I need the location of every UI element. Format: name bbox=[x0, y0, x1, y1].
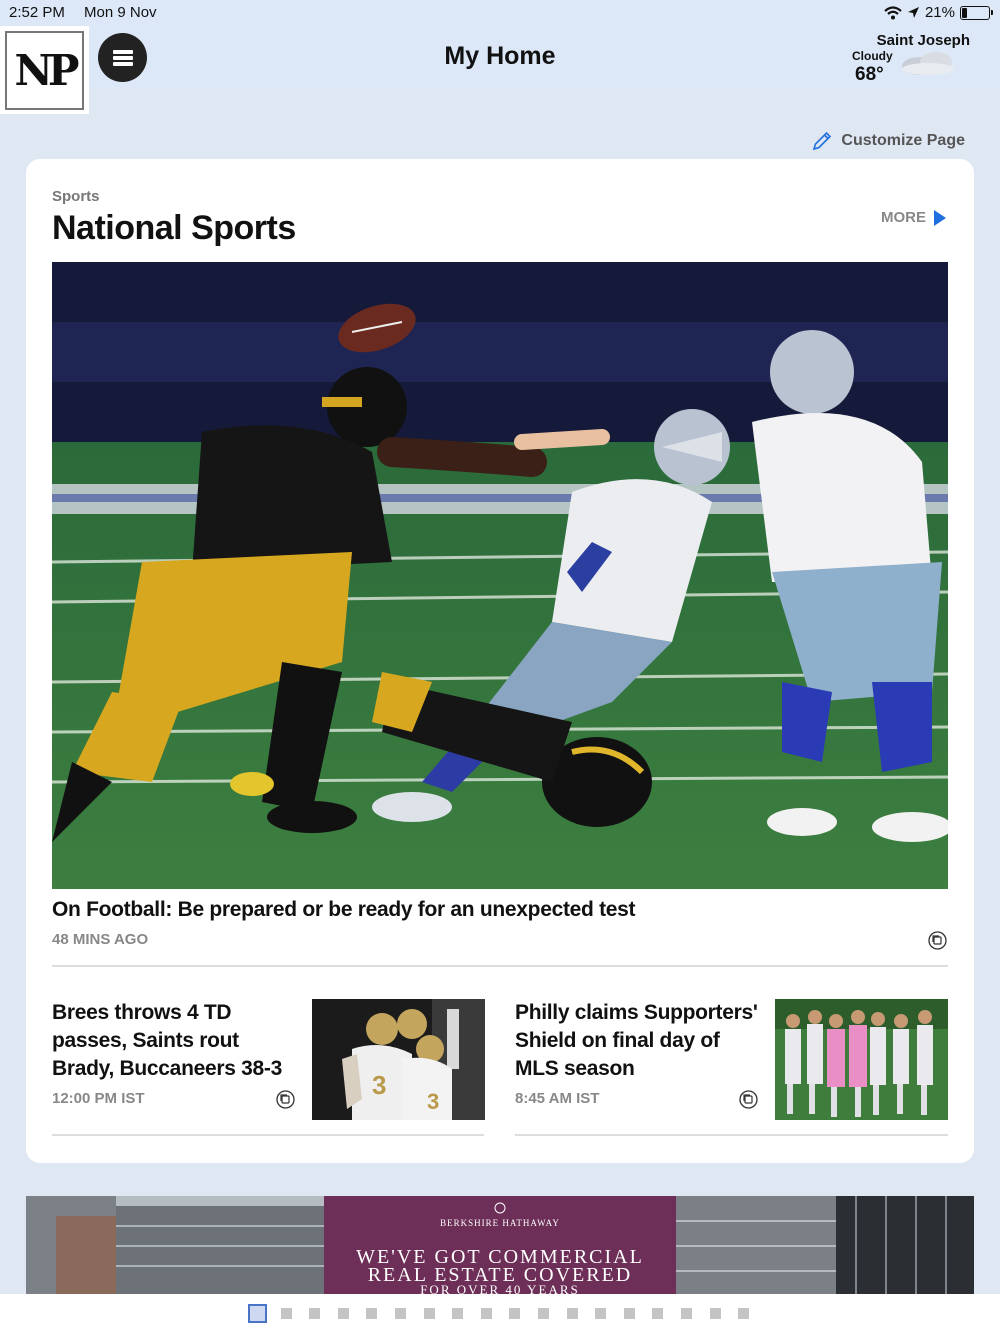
football-photo bbox=[52, 262, 948, 889]
divider bbox=[52, 965, 948, 967]
story-headline[interactable]: Philly claims Supporters' Shield on fina… bbox=[515, 999, 765, 1083]
pencil-icon bbox=[813, 131, 832, 151]
page-dot[interactable] bbox=[423, 1308, 435, 1319]
location-arrow-icon bbox=[907, 7, 919, 18]
gallery-icon[interactable] bbox=[928, 931, 947, 950]
hero-image[interactable] bbox=[52, 262, 948, 889]
battery-percent: 21% bbox=[924, 4, 955, 21]
more-button[interactable]: MORE bbox=[881, 209, 946, 226]
page-dot[interactable] bbox=[280, 1308, 292, 1319]
page-dot[interactable] bbox=[366, 1308, 378, 1319]
logo-text: NP bbox=[5, 31, 84, 110]
gallery-icon[interactable] bbox=[276, 1090, 295, 1109]
page-dot[interactable] bbox=[452, 1308, 464, 1319]
gallery-icon[interactable] bbox=[739, 1090, 758, 1109]
story-timestamp: 8:45 AM IST bbox=[515, 1090, 600, 1107]
story-headline[interactable]: Brees throws 4 TD passes, Saints rout Br… bbox=[52, 999, 302, 1083]
svg-text:3: 3 bbox=[372, 1070, 386, 1100]
status-time: 2:52 PM bbox=[9, 4, 65, 21]
page-dot[interactable] bbox=[538, 1308, 549, 1319]
page-dot[interactable] bbox=[738, 1308, 750, 1319]
cloud-icon bbox=[902, 52, 954, 75]
page-dot[interactable] bbox=[395, 1308, 406, 1319]
ad-line-3: FOR OVER 40 YEARS bbox=[420, 1282, 580, 1294]
mls-photo bbox=[775, 999, 948, 1120]
ad-banner[interactable]: BERKSHIRE HATHAWAY WE'VE GOT COMMERCIAL … bbox=[26, 1196, 974, 1294]
customize-page-button[interactable]: Customize Page bbox=[811, 130, 965, 152]
page-dot[interactable] bbox=[652, 1308, 664, 1319]
section-kicker: Sports bbox=[52, 188, 100, 205]
page-dot[interactable] bbox=[681, 1308, 692, 1319]
battery-icon bbox=[960, 5, 993, 20]
battery-fill bbox=[962, 7, 967, 18]
story-timestamp: 12:00 PM IST bbox=[52, 1090, 145, 1107]
more-label: MORE bbox=[881, 209, 926, 226]
customize-label: Customize Page bbox=[841, 132, 965, 149]
page-dot[interactable] bbox=[480, 1308, 492, 1319]
status-date: Mon 9 Nov bbox=[84, 4, 157, 21]
hero-headline[interactable]: On Football: Be prepared or be ready for… bbox=[52, 898, 636, 922]
hero-timestamp: 48 MINS AGO bbox=[52, 931, 149, 948]
divider bbox=[515, 1134, 948, 1136]
page-dot[interactable] bbox=[309, 1308, 321, 1319]
page-dot-active[interactable] bbox=[248, 1304, 267, 1323]
play-arrow-icon bbox=[934, 209, 946, 226]
page-dot[interactable] bbox=[623, 1308, 635, 1319]
brand-crest-icon bbox=[494, 1202, 506, 1214]
page-dot[interactable] bbox=[566, 1308, 578, 1319]
page-indicator[interactable] bbox=[0, 1294, 1000, 1334]
page-dot[interactable] bbox=[595, 1308, 607, 1319]
weather-condition: Cloudy bbox=[852, 49, 893, 63]
weather-widget[interactable]: Saint Joseph Cloudy 68° bbox=[850, 32, 970, 88]
ad-brand: BERKSHIRE HATHAWAY bbox=[440, 1218, 560, 1228]
weather-city: Saint Joseph bbox=[876, 32, 970, 49]
story-thumbnail[interactable]: 3 3 bbox=[312, 999, 485, 1120]
status-bar: 2:52 PM Mon 9 Nov 21% bbox=[0, 0, 1000, 26]
logo[interactable]: NP bbox=[0, 26, 89, 114]
story-thumbnail[interactable] bbox=[775, 999, 948, 1120]
page-dot[interactable] bbox=[709, 1308, 721, 1319]
saints-photo: 3 3 bbox=[312, 999, 485, 1120]
ad-message-panel: BERKSHIRE HATHAWAY WE'VE GOT COMMERCIAL … bbox=[324, 1196, 676, 1294]
weather-temperature: 68° bbox=[855, 64, 884, 85]
divider bbox=[52, 1134, 484, 1136]
status-right: 21% bbox=[884, 4, 993, 21]
wifi-icon bbox=[884, 5, 902, 19]
section-title[interactable]: National Sports bbox=[52, 209, 296, 248]
news-section-card: Sports National Sports MORE On Football:… bbox=[26, 159, 974, 1163]
page-dot[interactable] bbox=[337, 1308, 349, 1319]
page-dot[interactable] bbox=[509, 1308, 521, 1319]
svg-text:3: 3 bbox=[427, 1089, 439, 1114]
